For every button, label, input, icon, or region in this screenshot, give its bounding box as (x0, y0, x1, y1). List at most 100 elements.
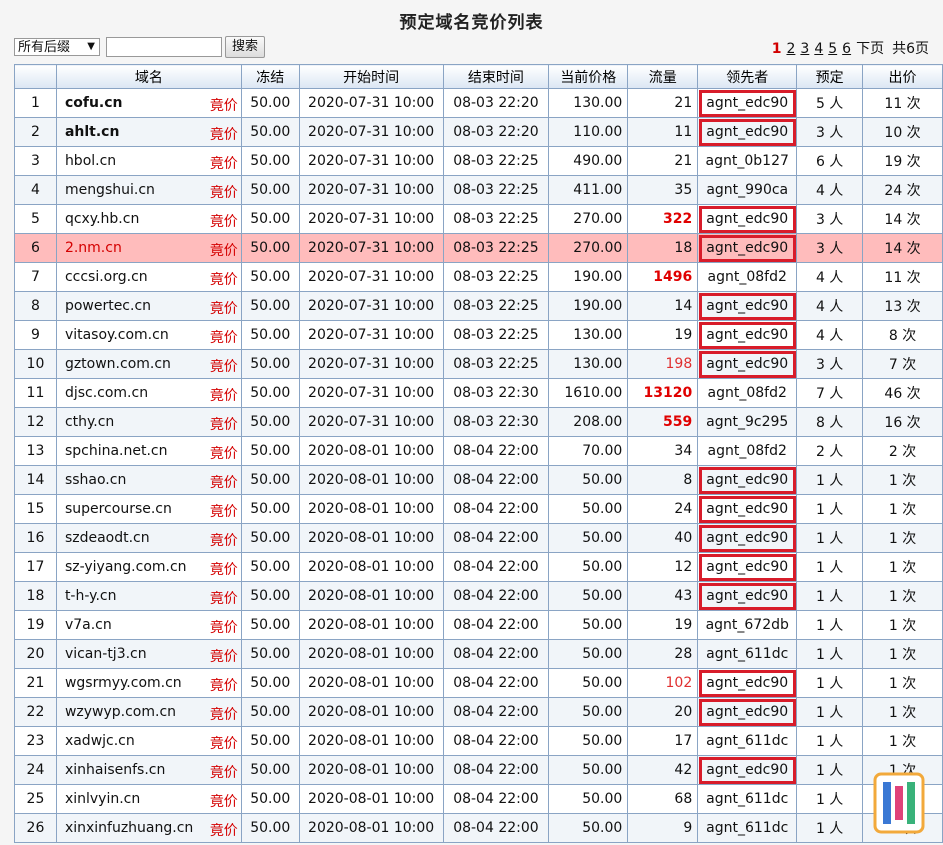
table-row: 10 gztown.com.cn 竟价 50.00 2020-07-31 10:00 08… (14, 349, 943, 379)
domain-link[interactable]: spchina.net.cn (65, 443, 168, 459)
reserve-count: 3 人 (796, 349, 864, 379)
bid-link[interactable]: 竟价 (210, 646, 238, 666)
page-link-3[interactable]: 3 (800, 41, 809, 57)
domain-link[interactable]: szdeaodt.cn (65, 530, 150, 546)
bid-link[interactable]: 竟价 (210, 211, 238, 231)
next-page-link[interactable]: 下页 (856, 38, 884, 58)
column-header[interactable]: 结束时间 (442, 64, 550, 89)
bid-link[interactable]: 竟价 (210, 588, 238, 608)
bid-link[interactable]: 竟价 (210, 153, 238, 173)
domain-link[interactable]: t-h-y.cn (65, 588, 117, 604)
bid-link[interactable]: 竟价 (210, 124, 238, 144)
domain-link[interactable]: sshao.cn (65, 472, 126, 488)
bid-link[interactable]: 竟价 (210, 240, 238, 260)
bid-link[interactable]: 竟价 (210, 182, 238, 202)
domain-link[interactable]: 2.nm.cn (65, 240, 122, 256)
bid-link[interactable]: 竟价 (210, 472, 238, 492)
current-price: 130.00 (548, 349, 629, 379)
dropdown-arrow-icon: ▼ (87, 41, 95, 52)
bid-link[interactable]: 竟价 (210, 501, 238, 521)
domain-link[interactable]: cofu.cn (65, 95, 123, 111)
domain-link[interactable]: xadwjc.cn (65, 733, 135, 749)
traffic: 21 (627, 88, 699, 118)
domain-link[interactable]: djsc.com.cn (65, 385, 148, 401)
page-link-1[interactable]: 1 (772, 41, 782, 57)
start-time: 2020-08-01 10:00 (298, 465, 444, 495)
row-number: 6 (14, 233, 57, 263)
reserve-count: 2 人 (796, 436, 864, 466)
column-header[interactable]: 冻结 (240, 64, 300, 89)
bid-link[interactable]: 竟价 (210, 762, 238, 782)
bid-link[interactable]: 竟价 (210, 327, 238, 347)
bid-link[interactable]: 竟价 (210, 617, 238, 637)
column-header[interactable]: 领先者 (697, 64, 798, 89)
column-header[interactable]: 当前价格 (548, 64, 629, 89)
freeze-amount: 50.00 (240, 697, 300, 727)
column-header[interactable]: 预定 (796, 64, 864, 89)
domain-link[interactable]: cccsi.org.cn (65, 269, 148, 285)
search-input[interactable] (106, 37, 222, 57)
domain-cell: qcxy.hb.cn 竟价 (55, 204, 242, 234)
domain-link[interactable]: gztown.com.cn (65, 356, 171, 372)
domain-link[interactable]: vitasoy.com.cn (65, 327, 169, 343)
current-price: 50.00 (548, 523, 629, 553)
bid-link[interactable]: 竟价 (210, 269, 238, 289)
search-button[interactable]: 搜索 (225, 36, 266, 58)
bid-link[interactable]: 竟价 (210, 733, 238, 753)
column-header[interactable]: 开始时间 (298, 64, 444, 89)
page-link-2[interactable]: 2 (786, 41, 795, 57)
bid-link[interactable]: 竟价 (210, 95, 238, 115)
row-number: 5 (14, 204, 57, 234)
current-price: 70.00 (548, 436, 629, 466)
domain-link[interactable]: xinxinfuzhuang.cn (65, 820, 193, 836)
domain-link[interactable]: xinhaisenfs.cn (65, 762, 165, 778)
bid-link[interactable]: 竟价 (210, 791, 238, 811)
domain-link[interactable]: xinlvyin.cn (65, 791, 140, 807)
current-price: 50.00 (548, 784, 629, 814)
traffic: 198 (627, 349, 699, 379)
table-row: 20 vican-tj3.cn 竟价 50.00 2020-08-01 10:00 08-… (14, 639, 943, 669)
leader: agnt_edc90 (697, 465, 798, 495)
bid-link[interactable]: 竟价 (210, 675, 238, 695)
domain-link[interactable]: cthy.cn (65, 414, 114, 430)
row-number: 25 (14, 784, 57, 814)
bid-link[interactable]: 竟价 (210, 356, 238, 376)
column-header[interactable]: 域名 (55, 64, 242, 89)
bid-link[interactable]: 竟价 (210, 559, 238, 579)
start-time: 2020-08-01 10:00 (298, 784, 444, 814)
domain-link[interactable]: wgsrmyy.com.cn (65, 675, 182, 691)
bid-link[interactable]: 竟价 (210, 443, 238, 463)
page-link-6[interactable]: 6 (842, 41, 851, 57)
traffic: 43 (627, 581, 699, 611)
current-price: 490.00 (548, 146, 629, 176)
domain-link[interactable]: powertec.cn (65, 298, 151, 314)
domain-cell: djsc.com.cn 竟价 (55, 378, 242, 408)
page-link-4[interactable]: 4 (814, 41, 823, 57)
page-link-5[interactable]: 5 (828, 41, 837, 57)
bid-link[interactable]: 竟价 (210, 820, 238, 840)
page-total: 共6页 (892, 41, 929, 57)
domain-link[interactable]: vican-tj3.cn (65, 646, 147, 662)
domain-link[interactable]: v7a.cn (65, 617, 112, 633)
bid-link[interactable]: 竟价 (210, 385, 238, 405)
reserve-count: 3 人 (796, 117, 864, 147)
column-header[interactable]: 流量 (627, 64, 699, 89)
bid-link[interactable]: 竟价 (210, 414, 238, 434)
domain-cell: gztown.com.cn 竟价 (55, 349, 242, 379)
bid-link[interactable]: 竟价 (210, 530, 238, 550)
column-header[interactable]: 出价 (862, 64, 943, 89)
domain-link[interactable]: mengshui.cn (65, 182, 155, 198)
column-header[interactable] (14, 64, 57, 89)
domain-link[interactable]: supercourse.cn (65, 501, 172, 517)
bid-link[interactable]: 竟价 (210, 704, 238, 724)
table-row: 22 wzywyp.com.cn 竟价 50.00 2020-08-01 10:00 08… (14, 697, 943, 727)
domain-link[interactable]: sz-yiyang.com.cn (65, 559, 187, 575)
suffix-select[interactable]: 所有后缀 ▼ (14, 38, 100, 56)
row-number: 11 (14, 378, 57, 408)
domain-link[interactable]: ahlt.cn (65, 124, 120, 140)
bid-link[interactable]: 竟价 (210, 298, 238, 318)
freeze-amount: 50.00 (240, 204, 300, 234)
domain-link[interactable]: hbol.cn (65, 153, 116, 169)
domain-link[interactable]: qcxy.hb.cn (65, 211, 139, 227)
domain-link[interactable]: wzywyp.com.cn (65, 704, 176, 720)
